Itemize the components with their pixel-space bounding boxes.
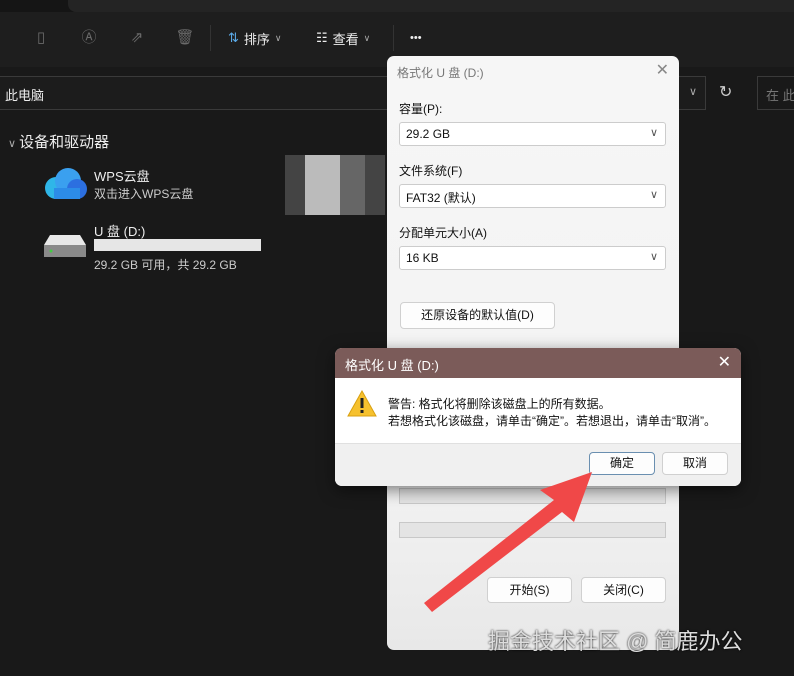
red-arrow-annotation [424, 472, 592, 612]
watermark: 掘金技术社区 @ 简鹿办公 [488, 629, 743, 654]
